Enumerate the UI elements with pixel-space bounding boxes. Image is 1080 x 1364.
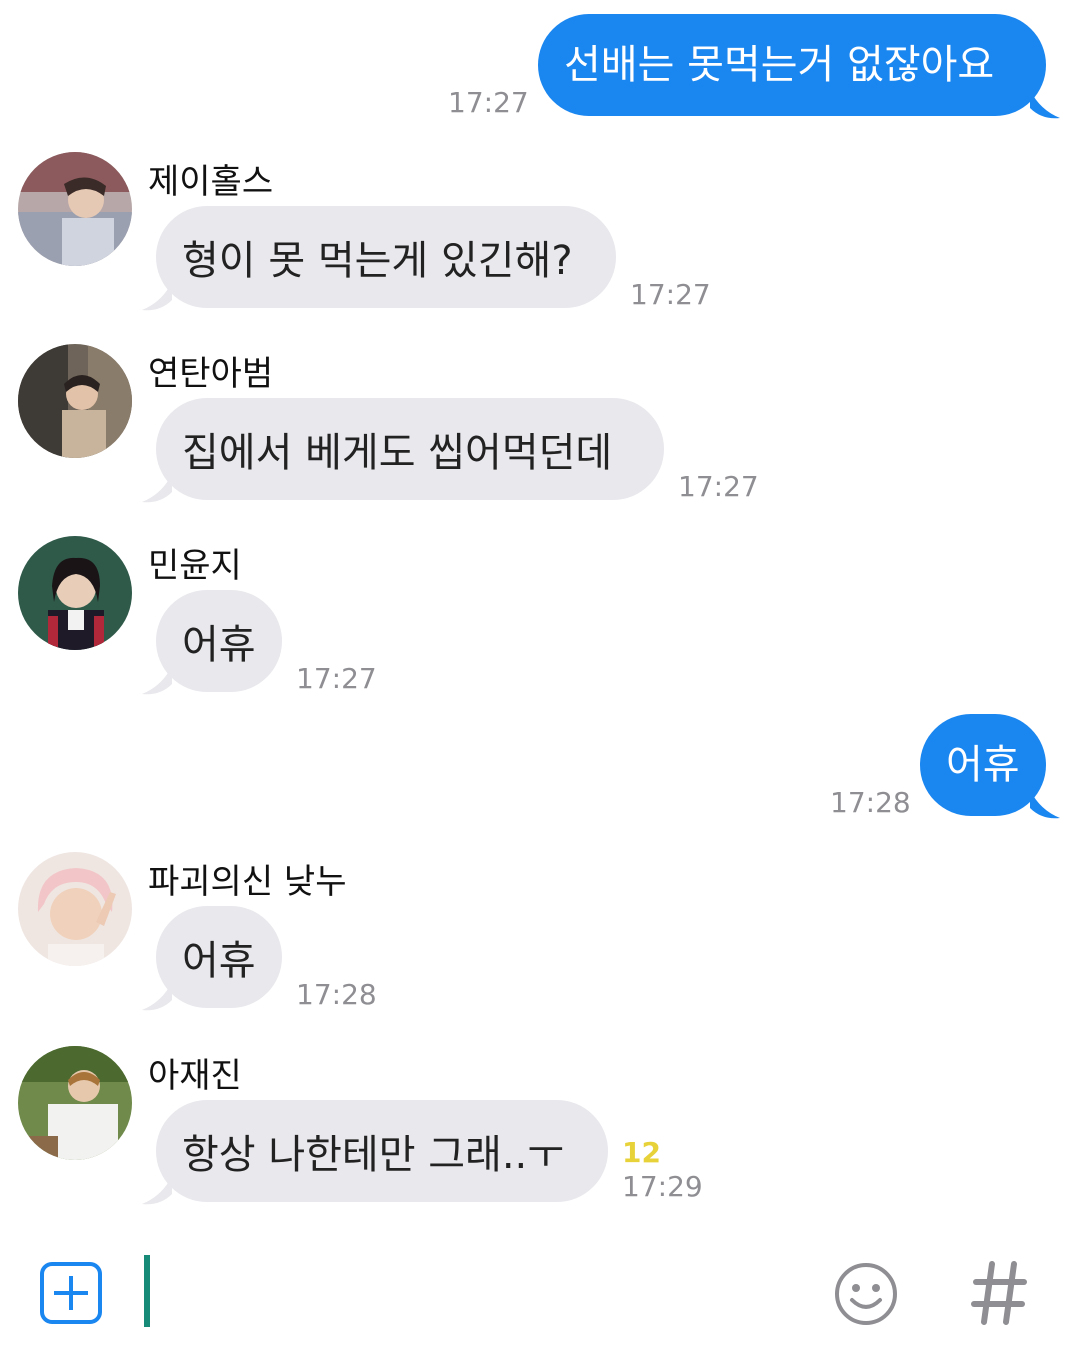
- avatar[interactable]: [18, 536, 132, 650]
- sender-name: 연탄아범: [148, 354, 274, 394]
- bubble-tail: [142, 474, 172, 503]
- incoming-bubble[interactable]: 항상 나한테만 그래..ㅜ: [156, 1100, 608, 1202]
- incoming-bubble[interactable]: 집에서 베게도 씹어먹던데: [156, 398, 664, 500]
- message-text: 형이 못 먹는게 있긴해?: [182, 238, 573, 284]
- message-input[interactable]: [140, 1250, 810, 1332]
- emoji-icon: [835, 1263, 897, 1325]
- message-text: 항상 나한테만 그래..ㅜ: [182, 1132, 565, 1178]
- outgoing-bubble[interactable]: 선배는 못먹는거 없잖아요: [538, 14, 1046, 116]
- message-text: 어휴: [182, 622, 256, 668]
- avatar[interactable]: [18, 152, 132, 266]
- hashtag-button[interactable]: [970, 1258, 1030, 1328]
- incoming-bubble[interactable]: 어휴: [156, 906, 282, 1008]
- emoji-button[interactable]: [834, 1262, 898, 1326]
- sender-name: 아재진: [148, 1056, 242, 1096]
- attach-button[interactable]: [40, 1262, 102, 1324]
- avatar[interactable]: [18, 1046, 132, 1160]
- message-text: 어휴: [182, 938, 256, 984]
- incoming-bubble[interactable]: 어휴: [156, 590, 282, 692]
- bubble-tail: [142, 282, 172, 311]
- plus-icon: [40, 1262, 102, 1324]
- message-time: 17:27: [448, 86, 529, 119]
- bubble-tail: [1030, 90, 1060, 119]
- message-text: 집에서 베게도 씹어먹던데: [182, 430, 613, 476]
- message-time: 17:27: [296, 662, 377, 695]
- message-time: 17:27: [678, 470, 759, 503]
- avatar[interactable]: [18, 344, 132, 458]
- message-text: 선배는 못먹는거 없잖아요: [564, 42, 995, 88]
- incoming-bubble[interactable]: 형이 못 먹는게 있긴해?: [156, 206, 616, 308]
- unread-count: 12: [622, 1136, 661, 1169]
- message-time: 17:29: [622, 1170, 703, 1203]
- message-input-bar: [0, 1230, 1080, 1364]
- text-cursor: [144, 1255, 150, 1327]
- bubble-tail: [142, 982, 172, 1011]
- sender-name: 파괴의신 낮누: [148, 862, 347, 902]
- bubble-tail: [1030, 790, 1060, 819]
- sender-name: 제이홀스: [148, 162, 274, 202]
- outgoing-bubble[interactable]: 어휴: [920, 714, 1046, 816]
- message-text: 어휴: [946, 742, 1020, 788]
- bubble-tail: [142, 666, 172, 695]
- bubble-tail: [142, 1176, 172, 1205]
- message-time: 17:28: [830, 786, 911, 819]
- message-time: 17:28: [296, 978, 377, 1011]
- sender-name: 민윤지: [148, 546, 242, 586]
- chat-area[interactable]: 선배는 못먹는거 없잖아요 17:27 제이홀스 형이 못 먹는게 있긴해? 1…: [0, 0, 1080, 1230]
- hashtag-icon: [971, 1261, 1027, 1325]
- message-time: 17:27: [630, 278, 711, 311]
- avatar[interactable]: [18, 852, 132, 966]
